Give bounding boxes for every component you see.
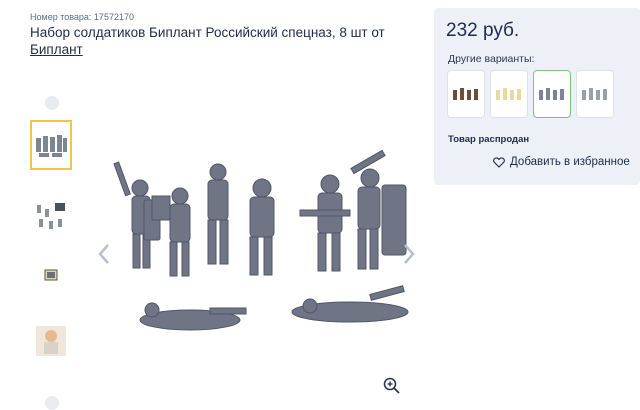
soldier-4 xyxy=(249,178,275,276)
product-sku: Номер товара: 17572170 xyxy=(30,12,134,22)
thumbnail-4[interactable] xyxy=(30,316,72,366)
zoom-button[interactable] xyxy=(383,377,401,395)
thumbnail-2[interactable] xyxy=(30,192,72,242)
soldier-5 xyxy=(299,174,351,272)
chevron-right-icon xyxy=(404,244,415,264)
variants-list xyxy=(447,70,614,118)
variant-soldiers-icon xyxy=(453,88,478,100)
child-photo-icon xyxy=(36,326,66,356)
sold-out-status: Товар распродан xyxy=(448,134,530,145)
package-icon xyxy=(44,269,58,281)
soldier-7 xyxy=(139,302,247,331)
brand-link[interactable]: Биплант xyxy=(30,42,83,57)
soldier-3 xyxy=(207,163,229,265)
add-to-favorites-label: Добавить в избранное xyxy=(510,156,630,168)
add-to-favorites-button[interactable]: Добавить в избранное xyxy=(493,156,630,168)
product-title: Набор солдатиков Биплант Российский спец… xyxy=(30,24,410,58)
thumbs-down-icon[interactable] xyxy=(45,396,59,410)
price: 232 руб. xyxy=(446,20,520,41)
thumbs-up-icon[interactable] xyxy=(45,96,59,110)
chevron-left-icon xyxy=(98,244,109,264)
next-image-button[interactable] xyxy=(403,243,415,266)
prev-image-button[interactable] xyxy=(98,243,110,266)
variant-soldiers-icon xyxy=(539,88,564,100)
product-title-text: Набор солдатиков Биплант Российский спец… xyxy=(30,25,385,40)
variant-3[interactable] xyxy=(533,70,571,118)
variant-4[interactable] xyxy=(576,70,614,118)
main-product-image[interactable] xyxy=(100,140,420,360)
thumbnail-3[interactable] xyxy=(30,250,72,300)
heart-icon xyxy=(493,156,505,168)
variant-soldiers-icon xyxy=(582,88,607,100)
thumbnail-1[interactable] xyxy=(30,120,72,170)
soldiers-group-icon xyxy=(36,135,67,157)
variant-soldiers-icon xyxy=(496,88,521,100)
variants-label: Другие варианты: xyxy=(448,53,535,65)
soldiers-scatter-icon xyxy=(37,203,65,229)
soldiers-image xyxy=(113,149,409,331)
variant-2[interactable] xyxy=(490,70,528,118)
zoom-in-icon xyxy=(383,377,400,394)
soldier-6 xyxy=(350,149,407,270)
soldier-8 xyxy=(291,285,409,323)
variant-1[interactable] xyxy=(447,70,485,118)
purchase-panel: 232 руб. Другие варианты: Товар распрода… xyxy=(434,8,640,185)
